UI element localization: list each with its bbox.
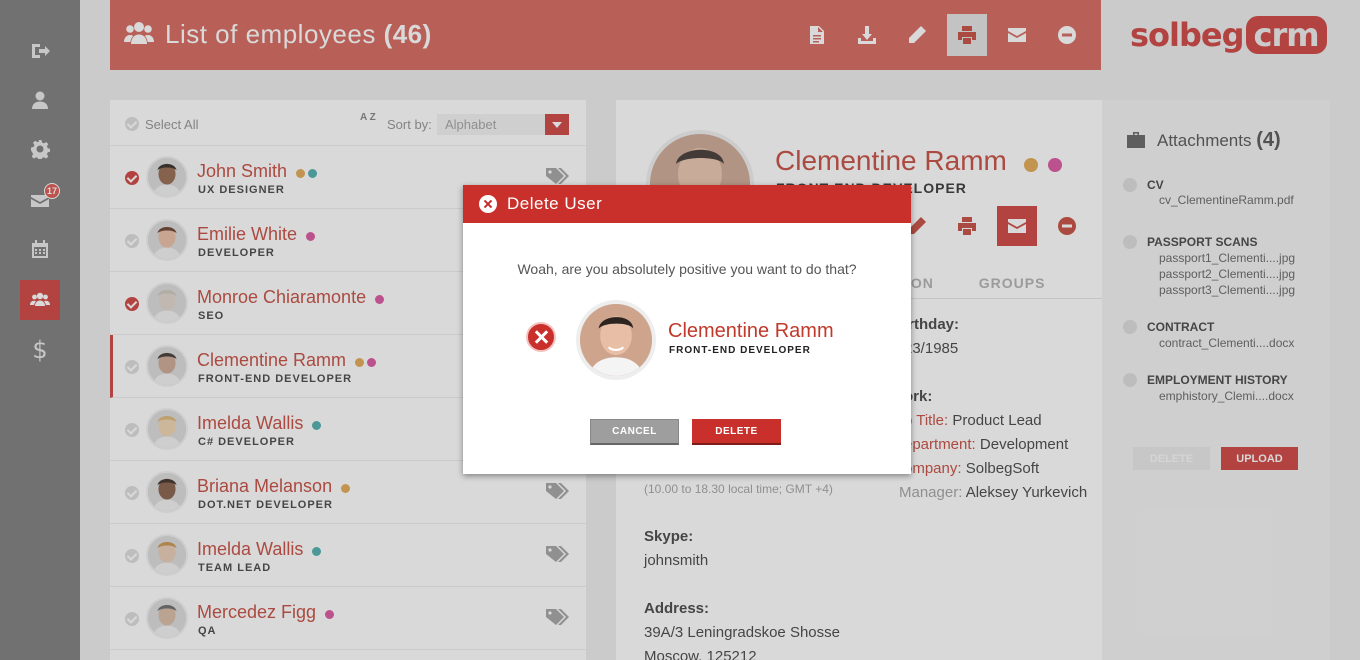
dialog-header: Delete User [463, 185, 911, 223]
dialog-user-avatar [576, 300, 656, 380]
cancel-button[interactable]: CANCEL [590, 419, 679, 445]
delete-button[interactable]: DELETE [692, 419, 781, 445]
avatar-photo [580, 304, 652, 376]
delete-user-dialog: Delete User Woah, are you absolutely pos… [463, 185, 911, 474]
close-circle-icon[interactable] [479, 195, 497, 213]
dialog-question: Woah, are you absolutely positive you wa… [517, 261, 857, 277]
dialog-user-role: FRONT-END DEVELOPER [669, 345, 811, 356]
dialog-user-name: Clementine Ramm [668, 320, 834, 342]
delete-warning-icon [526, 322, 556, 352]
dialog-title: Delete User [507, 194, 603, 213]
